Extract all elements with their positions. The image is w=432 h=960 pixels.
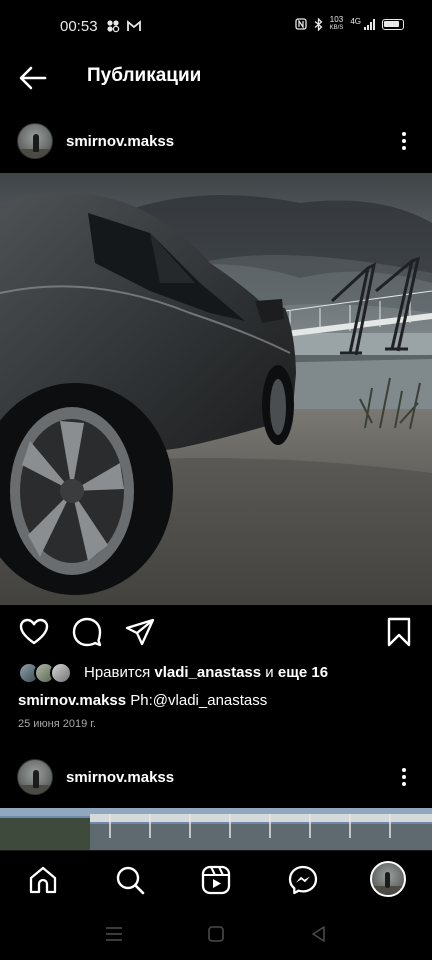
post-username[interactable]: smirnov.makss <box>66 133 174 150</box>
post-username[interactable]: smirnov.makss <box>66 769 174 786</box>
comment-button[interactable] <box>71 616 103 648</box>
car-photo <box>0 173 432 605</box>
heart-icon <box>19 618 49 645</box>
bookmark-icon <box>387 617 411 647</box>
app-icon <box>107 20 120 33</box>
status-time: 00:53 <box>60 18 98 35</box>
network-speed: 103 KB/S <box>330 16 344 32</box>
post-header: smirnov.makss <box>0 116 432 166</box>
likes-text: Нравится vladi_anastass и еще 16 <box>84 664 329 681</box>
avatar[interactable] <box>17 759 53 795</box>
caption-text: Ph:@vladi_anastass <box>130 692 268 709</box>
network-type: 4G <box>350 17 361 26</box>
more-options-button[interactable] <box>394 129 414 153</box>
system-navigation <box>0 908 432 960</box>
post-image[interactable] <box>0 808 432 850</box>
share-icon <box>125 618 155 646</box>
like-button[interactable] <box>18 616 50 648</box>
nav-messenger[interactable] <box>287 864 319 896</box>
reels-icon <box>201 865 231 895</box>
nav-home[interactable] <box>27 864 59 896</box>
battery-icon <box>382 18 404 30</box>
system-home-button[interactable] <box>205 924 227 944</box>
caption-author[interactable]: smirnov.makss <box>18 692 126 709</box>
nav-reels[interactable] <box>200 864 232 896</box>
avatar <box>50 662 72 684</box>
speed-unit: KB/S <box>329 25 344 31</box>
post-image[interactable] <box>0 173 432 605</box>
page-title: Публикации <box>87 65 202 86</box>
system-menu-button[interactable] <box>103 924 125 944</box>
home-square-icon <box>208 926 224 942</box>
home-icon <box>29 866 57 894</box>
nav-search[interactable] <box>114 864 146 896</box>
nfc-icon <box>294 18 307 30</box>
notification-icons <box>106 18 141 34</box>
liker-avatars <box>18 662 74 684</box>
post-header: smirnov.makss <box>0 752 432 802</box>
bridge-photo <box>0 808 432 850</box>
bluetooth-icon <box>314 17 323 31</box>
gmail-icon <box>126 20 141 31</box>
bottom-navigation <box>0 850 432 908</box>
system-back-button[interactable] <box>308 924 330 944</box>
speed-value: 103 <box>329 15 344 24</box>
bookmark-button[interactable] <box>383 616 415 648</box>
menu-icon <box>106 927 122 941</box>
search-icon <box>116 866 145 895</box>
status-right-icons: 103 KB/S 4G <box>294 16 404 32</box>
back-button[interactable] <box>18 64 48 92</box>
arrow-left-icon <box>19 66 47 90</box>
messenger-icon <box>288 865 318 895</box>
avatar[interactable] <box>17 123 53 159</box>
liker-username[interactable]: vladi_anastass <box>154 664 261 681</box>
comment-icon <box>72 617 102 647</box>
status-bar: 00:53 103 KB/S 4G <box>0 0 432 54</box>
post-actions <box>0 610 432 654</box>
share-button[interactable] <box>124 616 156 648</box>
app-bar: Публикации <box>0 54 432 102</box>
signal-icon <box>364 18 375 30</box>
more-options-button[interactable] <box>394 765 414 789</box>
likes-count[interactable]: еще 16 <box>278 664 328 681</box>
nav-profile-avatar[interactable] <box>370 861 406 897</box>
post-date: 25 июня 2019 г. <box>18 718 97 730</box>
likes-row[interactable]: Нравится vladi_anastass и еще 16 <box>0 660 432 686</box>
back-triangle-icon <box>312 926 325 942</box>
post-caption: smirnov.makss Ph:@vladi_anastass <box>18 692 267 709</box>
